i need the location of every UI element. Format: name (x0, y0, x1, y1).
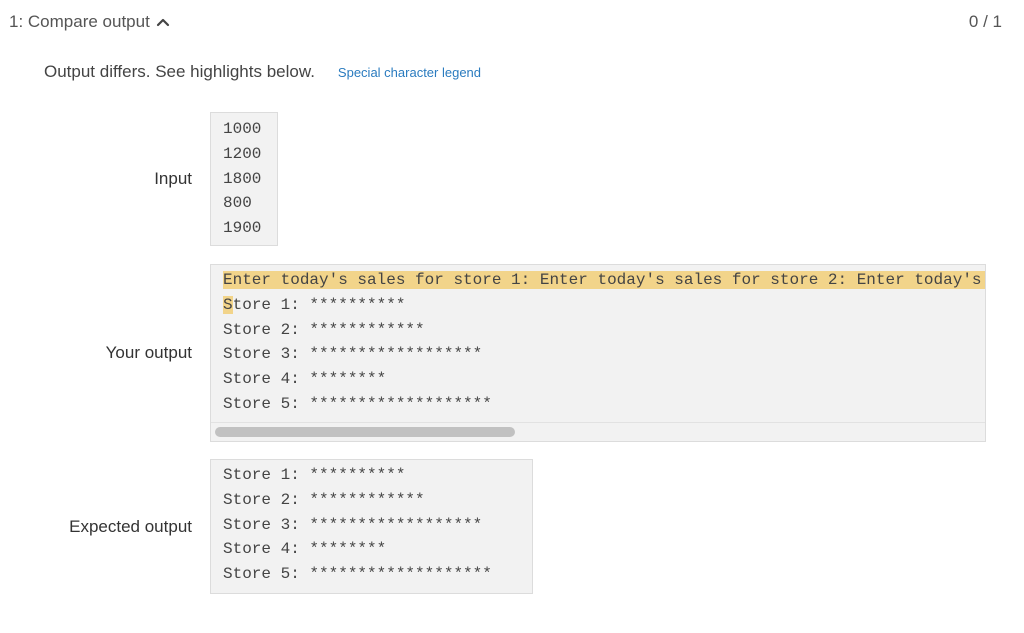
output-line-rest: tore 1: ********** (232, 295, 406, 314)
test-title-text: 1: Compare output (9, 12, 150, 31)
output-line: Store 5: ******************* (223, 394, 492, 413)
input-line: 1900 (223, 219, 262, 238)
expected-line: Store 4: ******** (223, 540, 387, 559)
your-output-box: Enter today's sales for store 1: Enter t… (210, 264, 986, 442)
diff-highlight: Enter today's sales for store 1: Enter t… (223, 271, 985, 289)
chevron-up-icon (156, 18, 169, 27)
expected-line: Store 3: ****************** (223, 515, 483, 534)
status-message: Output differs. See highlights below. (44, 62, 315, 81)
expected-output-box: Store 1: ********** Store 2: ***********… (210, 459, 533, 594)
output-line: Store 2: ************ (223, 320, 425, 339)
output-line: Store 3: ****************** (223, 345, 483, 364)
input-line: 1200 (223, 144, 262, 163)
test-header: 1: Compare output 0 / 1 (0, 0, 1024, 46)
input-line: 800 (223, 194, 252, 213)
special-character-legend-link[interactable]: Special character legend (338, 65, 481, 80)
output-line-highlighted: Enter today's sales for store 1: Enter t… (211, 268, 985, 293)
diff-highlight-char: S (223, 295, 233, 314)
horizontal-scrollbar[interactable] (211, 422, 985, 441)
test-score: 0 / 1 (968, 12, 1002, 31)
status-row: Output differs. See highlights below. Sp… (44, 62, 481, 82)
input-label: Input (154, 169, 192, 188)
output-line: Store 1: ********** (211, 293, 985, 318)
output-line: Store 4: ******** (223, 370, 387, 389)
input-line: 1000 (223, 120, 262, 138)
input-box: 1000 1200 1800 800 1900 (210, 112, 278, 246)
expected-line: Store 2: ************ (223, 490, 425, 509)
your-output-label: Your output (105, 343, 192, 362)
expected-output-label: Expected output (69, 517, 192, 536)
scrollbar-thumb[interactable] (215, 427, 515, 437)
expected-line: Store 5: ******************* (223, 565, 492, 584)
expected-line: Store 1: ********** (223, 466, 406, 484)
input-line: 1800 (223, 169, 262, 188)
test-title-toggle[interactable]: 1: Compare output (9, 12, 170, 32)
